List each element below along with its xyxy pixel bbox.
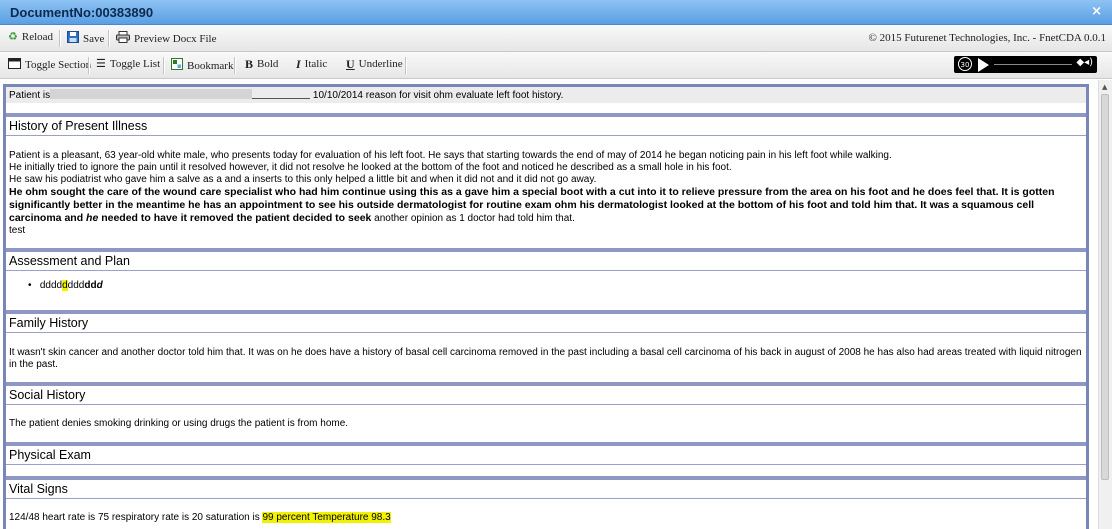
toolbar-divider	[234, 57, 236, 74]
hpi-section: History of Present Illness Patient is a …	[6, 117, 1086, 252]
reload-icon: ♻	[8, 31, 18, 43]
toggle-list-button[interactable]: ☰ Toggle List	[96, 58, 160, 70]
vital-signs-body[interactable]: 124/48 heart rate is 75 respiratory rate…	[6, 499, 1086, 528]
play-icon[interactable]	[978, 58, 989, 72]
vital-signs-heading[interactable]: Vital Signs	[6, 480, 1086, 499]
italic-icon: I	[296, 57, 301, 71]
bookmark-label: Bookmark	[187, 59, 234, 72]
underline-label: Underline	[358, 58, 403, 70]
hpi-line: He initially tried to ignore the pain un…	[9, 162, 732, 173]
preview-docx-button[interactable]: Preview Docx File	[116, 31, 216, 46]
intro-line[interactable]: Patient is 10/10/2014 reason for visit o…	[6, 87, 1086, 103]
vital-signs-text: 124/48 heart rate is 75 respiratory rate…	[9, 512, 263, 523]
audio-player: 30 ◆◂)	[954, 56, 1097, 73]
scrollbar-thumb[interactable]	[1101, 94, 1109, 480]
family-history-body[interactable]: It wasn't skin cancer and another doctor…	[6, 333, 1086, 375]
hpi-normal-tail: another opinion as 1 doctor had told him…	[371, 213, 575, 224]
hpi-bold-text-2: needed to have it removed the patient de…	[98, 212, 372, 224]
hpi-bold-paragraph: He ohm sought the care of the wound care…	[9, 186, 1083, 225]
list-item-bold: dd	[84, 280, 97, 291]
reload-button[interactable]: ♻ Reload	[8, 31, 53, 43]
social-history-heading[interactable]: Social History	[6, 386, 1086, 405]
toolbar-divider	[163, 57, 165, 74]
format-toolbar: Toggle Section ☰ Toggle List Bookmark B …	[0, 52, 1112, 79]
preview-label: Preview Docx File	[134, 32, 217, 45]
blank-field[interactable]	[252, 89, 311, 99]
intro-section: Patient is 10/10/2014 reason for visit o…	[6, 87, 1086, 117]
rewind-30-icon[interactable]: 30	[958, 57, 972, 71]
list-item-text-2: ddd	[67, 280, 85, 291]
assessment-section: Assessment and Plan • ddddddddddd	[6, 252, 1086, 314]
printer-icon	[116, 31, 130, 46]
save-icon	[67, 31, 79, 46]
physical-exam-section: Physical Exam	[6, 446, 1086, 480]
family-history-section: Family History It wasn't skin cancer and…	[6, 314, 1086, 386]
main-toolbar: ♻ Reload Save Preview Docx File © 2015 F…	[0, 25, 1112, 52]
vital-signs-highlight: 99 percent Temperature 98.3	[262, 512, 391, 523]
toggle-section-label: Toggle Section	[25, 59, 92, 71]
intro-date-text: 10/10/2014 reason for visit ohm evaluate…	[312, 90, 564, 101]
document-area: Patient is 10/10/2014 reason for visit o…	[0, 80, 1099, 529]
vital-signs-section: Vital Signs 124/48 heart rate is 75 resp…	[6, 480, 1086, 529]
toolbar-divider	[59, 30, 61, 47]
bold-icon: B	[245, 57, 254, 71]
toggle-section-button[interactable]: Toggle Section	[8, 58, 91, 72]
title-bar: DocumentNo:00383890 ×	[0, 0, 1112, 25]
social-history-body[interactable]: The patient denies smoking drinking or u…	[6, 405, 1086, 434]
list-item-text: dddd	[39, 280, 63, 291]
toolbar-divider	[88, 57, 90, 74]
vertical-scrollbar[interactable]: ▲	[1098, 80, 1112, 529]
copyright-text: © 2015 Futurenet Technologies, Inc. - Fn…	[868, 32, 1106, 44]
toolbar-divider	[108, 30, 110, 47]
save-button[interactable]: Save	[67, 31, 104, 46]
volume-icon[interactable]: ◆◂)	[1076, 57, 1093, 68]
close-icon[interactable]: ×	[1091, 4, 1102, 19]
hpi-heading[interactable]: History of Present Illness	[6, 117, 1086, 136]
scroll-up-icon[interactable]: ▲	[1102, 83, 1107, 91]
italic-button[interactable]: I Italic	[296, 58, 327, 70]
hpi-bold-italic-text: he	[86, 212, 99, 224]
window-title: DocumentNo:00383890	[10, 5, 154, 20]
reload-label: Reload	[21, 31, 54, 43]
hpi-line: He saw his podiatrist who gave him a sal…	[9, 174, 597, 185]
list-icon: ☰	[96, 58, 106, 70]
hpi-body[interactable]: Patient is a pleasant, 63 year-old white…	[6, 136, 1086, 241]
bookmark-icon	[171, 58, 183, 73]
intro-prefix: Patient is	[9, 90, 51, 101]
italic-label: Italic	[304, 58, 328, 70]
assessment-heading[interactable]: Assessment and Plan	[6, 252, 1086, 271]
assessment-body[interactable]: • ddddddddddd	[6, 271, 1086, 296]
bookmark-button[interactable]: Bookmark	[171, 58, 233, 73]
underline-button[interactable]: U Underline	[346, 58, 403, 70]
bold-label: Bold	[257, 58, 279, 70]
physical-exam-heading[interactable]: Physical Exam	[6, 446, 1086, 465]
bullet-icon: •	[28, 280, 40, 291]
underline-icon: U	[346, 57, 355, 71]
toolbar-divider	[405, 57, 407, 74]
section-icon	[8, 58, 21, 72]
social-history-section: Social History The patient denies smokin…	[6, 386, 1086, 446]
hpi-line: Patient is a pleasant, 63 year-old white…	[9, 150, 892, 161]
list-item-bold-italic: d	[96, 280, 103, 291]
family-history-heading[interactable]: Family History	[6, 314, 1086, 333]
bold-button[interactable]: B Bold	[245, 58, 278, 70]
toggle-list-label: Toggle List	[109, 58, 161, 70]
patient-name-field[interactable]	[50, 89, 253, 99]
save-label: Save	[83, 32, 105, 45]
hpi-test-line: test	[9, 225, 26, 236]
document-frame: Patient is 10/10/2014 reason for visit o…	[3, 84, 1089, 529]
audio-progress-track[interactable]	[994, 64, 1072, 65]
